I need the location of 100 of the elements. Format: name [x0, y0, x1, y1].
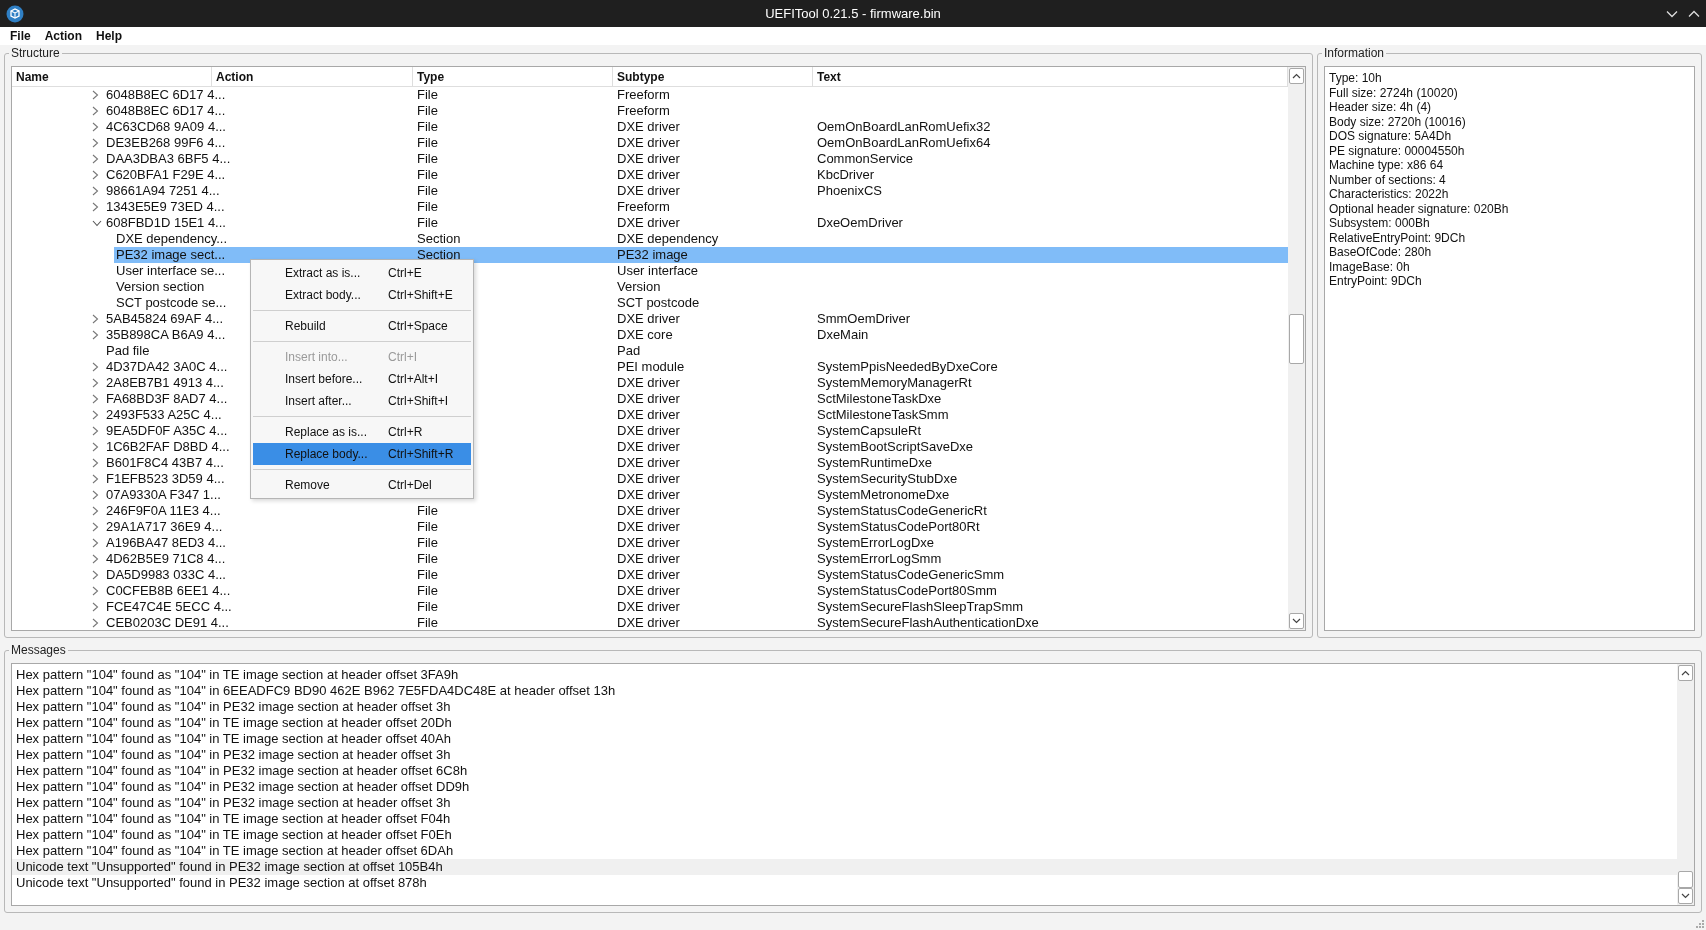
scroll-up-button[interactable]	[1289, 68, 1304, 84]
menu-bar-item[interactable]: File	[4, 27, 37, 45]
tree-cell: File	[417, 215, 438, 230]
tree-cell: PEI module	[617, 359, 685, 374]
tree-cell: DXE driver	[617, 151, 680, 166]
tree-cell: DXE dependency	[617, 231, 719, 246]
tree-cell: DXE driver	[617, 407, 680, 422]
tree-item[interactable]: 2493F533 A25C 4...	[104, 407, 222, 422]
menu-bar-item[interactable]: Action	[38, 27, 88, 45]
tree-item[interactable]: SCT postcode se...	[114, 295, 227, 310]
tree-cell: SystemPpisNeededByDxeCore	[817, 359, 998, 374]
info-line: DOS signature: 5A4Dh	[1329, 129, 1453, 144]
menu-item[interactable]: Replace as is... Ctrl+R	[253, 421, 471, 443]
tree-item[interactable]: User interface se...	[114, 263, 226, 278]
info-line: Type: 10h	[1329, 71, 1383, 86]
tree-item[interactable]: Pad file	[104, 343, 150, 358]
tree-item[interactable]: 4D62B5E9 71C8 4...	[104, 551, 226, 566]
tree-item[interactable]: 1C6B2FAF D8BD 4...	[104, 439, 230, 454]
tree-item[interactable]: 608FBD1D 15E1 4...	[104, 215, 226, 230]
menu-item[interactable]: Rebuild Ctrl+Space	[253, 315, 471, 337]
scroll-thumb[interactable]	[1289, 314, 1304, 364]
tree-item[interactable]: FA68BD3F 8AD7 4...	[104, 391, 228, 406]
tree-item[interactable]: DAA3DBA3 6BF5 4...	[104, 151, 231, 166]
tree-item[interactable]: A196BA47 8ED3 4...	[104, 535, 226, 550]
menu-item[interactable]: Replace body... Ctrl+Shift+R	[253, 443, 471, 465]
tree-item[interactable]: F1EFB523 3D59 4...	[104, 471, 225, 486]
tree-item[interactable]: DE3EB268 99F6 4...	[104, 135, 226, 150]
tree-item[interactable]: C620BFA1 F29E 4...	[104, 167, 226, 182]
tree-item[interactable]: C0CFEB8B 6EE1 4...	[104, 583, 231, 598]
tree-item[interactable]: FCE47C4E 5ECC 4...	[104, 599, 232, 614]
message-line[interactable]: Hex pattern "104" found as "104" in TE image section at header offset 6DAh	[12, 843, 1677, 859]
tree-cell: SctMilestoneTaskDxe	[817, 391, 942, 406]
menu-bar-item[interactable]: Help	[90, 27, 129, 45]
tree-cell: KbcDriver	[817, 167, 875, 182]
tree-item[interactable]: Version section	[114, 279, 205, 294]
tree-cell: DXE driver	[617, 551, 680, 566]
tree-cell: DXE driver	[617, 519, 680, 534]
column-header[interactable]: Name	[12, 67, 212, 86]
tree-item[interactable]: CEB0203C DE91 4...	[104, 615, 229, 630]
scroll-up-button[interactable]	[1678, 665, 1693, 681]
tree-item[interactable]: 2A8EB7B1 4913 4...	[104, 375, 224, 390]
message-line[interactable]: Hex pattern "104" found as "104" in TE image section at header offset 20Dh	[12, 715, 1677, 731]
column-header[interactable]: Action	[212, 67, 413, 86]
tree-item[interactable]: 29A1A717 36E9 4...	[104, 519, 223, 534]
message-line[interactable]: Unicode text "Unsupported" found in PE32 image section at offset 878h	[12, 875, 1677, 891]
tree-cell: User interface	[617, 263, 698, 278]
message-line[interactable]: Hex pattern "104" found as "104" in PE32 image section at header offset 3h	[12, 699, 1677, 715]
scroll-down-button[interactable]	[1678, 888, 1693, 904]
tree-item[interactable]: 35B898CA B6A9 4...	[104, 327, 226, 342]
tree-cell: Pad	[617, 343, 641, 358]
menu-item[interactable]: Extract body... Ctrl+Shift+E	[253, 284, 471, 306]
tree-cell: OemOnBoardLanRomUefix32	[817, 119, 991, 134]
tree-cell: File	[417, 615, 438, 630]
column-header[interactable]: Subtype	[613, 67, 813, 86]
message-line[interactable]: Hex pattern "104" found as "104" in TE image section at header offset 3FA9h	[12, 667, 1677, 683]
tree-cell: File	[417, 135, 438, 150]
menu-item[interactable]: Insert after... Ctrl+Shift+I	[253, 390, 471, 412]
tree-item[interactable]: 9EA5DF0F A35C 4...	[104, 423, 228, 438]
tree-item[interactable]: 98661A94 7251 4...	[104, 183, 220, 198]
scroll-thumb[interactable]	[1678, 871, 1693, 888]
tree-cell: DXE driver	[617, 119, 680, 134]
tree-cell: SystemErrorLogSmm	[817, 551, 942, 566]
tree-item[interactable]: B601F8C4 43B7 4...	[104, 455, 224, 470]
tree-cell: SystemRuntimeDxe	[817, 455, 932, 470]
tree-item[interactable]: DXE dependency...	[114, 231, 228, 246]
maximize-icon[interactable]	[1688, 9, 1700, 18]
tree-item[interactable]: DA5D9983 033C 4...	[104, 567, 226, 582]
tree-item[interactable]: 6048B8EC 6D17 4...	[104, 87, 226, 102]
tree-item[interactable]: 1343E5E9 73ED 4...	[104, 199, 225, 214]
message-line[interactable]: Hex pattern "104" found as "104" in PE32 image section at header offset 6C8h	[12, 763, 1677, 779]
info-line: Header size: 4h (4)	[1329, 100, 1433, 115]
message-line[interactable]: Hex pattern "104" found as "104" in PE32 image section at header offset 3h	[12, 795, 1677, 811]
message-line[interactable]: Hex pattern "104" found as "104" in PE32 image section at header offset 3h	[12, 747, 1677, 763]
tree-item[interactable]: 5AB45824 69AF 4...	[104, 311, 224, 326]
message-line[interactable]: Hex pattern "104" found as "104" in PE32 image section at header offset DD9h	[12, 779, 1677, 795]
tree-cell: DxeOemDriver	[817, 215, 903, 230]
menu-item[interactable]: Remove Ctrl+Del	[253, 474, 471, 496]
tree-item[interactable]: 246F9F0A 11E3 4...	[104, 503, 221, 518]
menu-item[interactable]: Insert before... Ctrl+Alt+I	[253, 368, 471, 390]
tree-cell: OemOnBoardLanRomUefix64	[817, 135, 991, 150]
minimize-icon[interactable]	[1666, 9, 1678, 18]
tree-cell: File	[417, 103, 438, 118]
message-line[interactable]: Hex pattern "104" found as "104" in 6EEADFC9 BD90 462E B962 7E5FDA4DC48E at header offset 13h	[12, 683, 1677, 699]
tree-item[interactable]: 4C63CD68 9A09 4...	[104, 119, 226, 134]
message-line[interactable]: Hex pattern "104" found as "104" in TE image section at header offset F04h	[12, 811, 1677, 827]
tree-item[interactable]: PE32 image sect...	[114, 247, 226, 262]
tree-cell: File	[417, 519, 438, 534]
message-line[interactable]: Hex pattern "104" found as "104" in TE image section at header offset 40Ah	[12, 731, 1677, 747]
scroll-down-button[interactable]	[1289, 613, 1304, 629]
column-header[interactable]: Type	[413, 67, 613, 86]
tree-item[interactable]: 07A9330A F347 1...	[104, 487, 221, 502]
tree-cell: DXE core	[617, 327, 673, 342]
resize-grip-icon[interactable]	[1694, 918, 1704, 928]
tree-item[interactable]: 4D37DA42 3A0C 4...	[104, 359, 228, 374]
tree-cell: DXE driver	[617, 375, 680, 390]
tree-item[interactable]: 6048B8EC 6D17 4...	[104, 103, 226, 118]
tree-cell: File	[417, 167, 438, 182]
message-line[interactable]: Hex pattern "104" found as "104" in TE image section at header offset F0Eh	[12, 827, 1677, 843]
window-title: UEFITool 0.21.5 - firmware.bin	[765, 4, 941, 23]
menu-item[interactable]: Extract as is... Ctrl+E	[253, 262, 471, 284]
